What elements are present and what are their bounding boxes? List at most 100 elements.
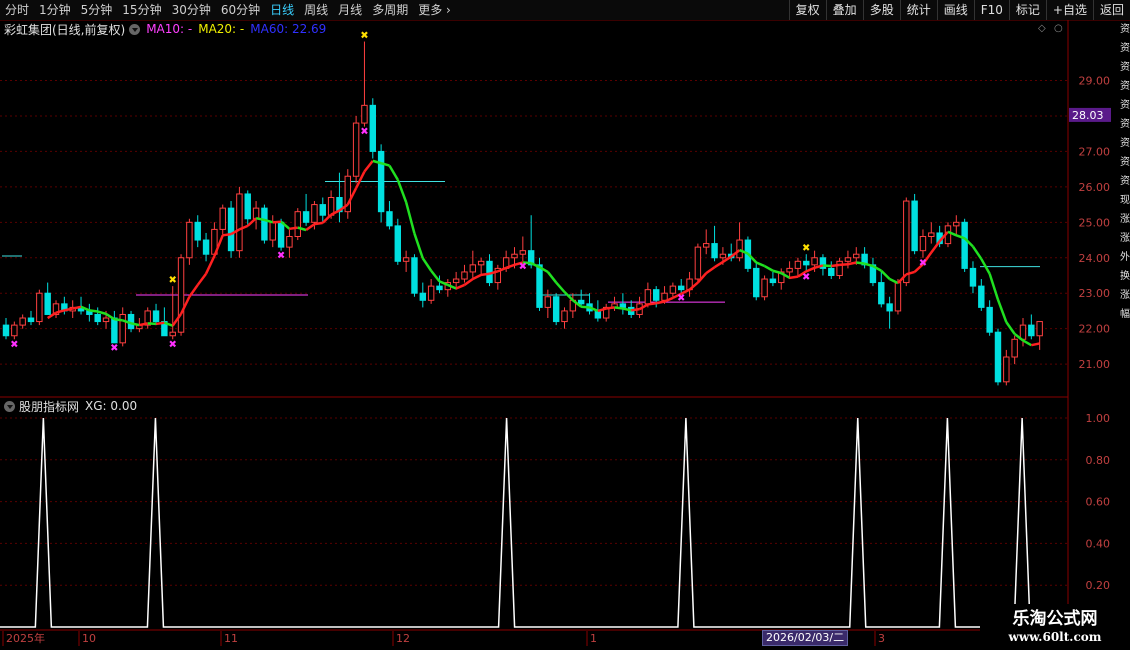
xg-indicator-series — [0, 417, 1068, 628]
ma-segment — [396, 179, 408, 203]
ma-segment — [147, 322, 157, 326]
candle-body — [661, 292, 668, 301]
price-tick-label: 25.00 — [1079, 216, 1111, 229]
axes: 29.0028.0027.0026.0025.0024.0023.0022.00… — [0, 20, 1130, 646]
candle-body — [202, 239, 210, 255]
candle-body — [361, 104, 368, 124]
watermark-url: www.60lt.com — [1008, 630, 1102, 644]
candle-body — [186, 221, 193, 259]
candle-body — [853, 253, 860, 259]
kline-chart[interactable]: ✖✖✖✖✖✖✖✖✖✖✖✖ 29.0028.0027.0026.0025.0024… — [0, 0, 1130, 650]
candle-body — [394, 225, 402, 262]
xg-line — [0, 417, 1068, 628]
price-tick-label: 23.00 — [1079, 287, 1111, 300]
ma-segment — [463, 278, 474, 286]
ma-segment — [305, 223, 316, 232]
ma-segment — [772, 269, 782, 275]
candle-body — [519, 250, 527, 255]
candle-body — [369, 104, 376, 152]
price-tick-label: 27.00 — [1079, 145, 1111, 158]
candle-body — [152, 310, 160, 323]
ma-segment — [831, 263, 840, 268]
candle-body — [419, 292, 427, 301]
ma-segment — [581, 305, 590, 309]
sub-tick-label: 0.40 — [1086, 537, 1111, 550]
ma-segment — [421, 257, 433, 272]
ma-segment — [455, 283, 465, 290]
candle-body — [878, 282, 885, 305]
candle-body — [411, 257, 418, 294]
candle-body — [94, 313, 101, 323]
candle-body — [594, 310, 602, 319]
time-axis-label: 1 — [590, 632, 597, 645]
sub-tick-label: 1.00 — [1086, 412, 1111, 425]
ma-segment — [847, 261, 857, 266]
candle-body — [236, 193, 243, 252]
candle-body — [452, 278, 460, 284]
candle-body — [703, 243, 710, 248]
ma-segment — [404, 201, 416, 234]
candle-body — [469, 264, 477, 273]
candle-body — [836, 260, 843, 276]
candle-body — [577, 299, 585, 305]
ma-segment — [705, 266, 716, 275]
candle-body — [1003, 356, 1010, 383]
price-tick-label: 26.00 — [1079, 181, 1111, 194]
ma-segment — [647, 302, 657, 306]
ma-segment — [321, 213, 332, 224]
candle-body — [194, 221, 201, 241]
time-axis-label: 2025年 — [6, 631, 45, 645]
ma-segment — [438, 280, 449, 287]
candle-body — [169, 331, 176, 337]
candle-body — [994, 331, 1002, 383]
circle-icon[interactable]: ○ — [1054, 23, 1063, 34]
ma-segment — [839, 263, 849, 267]
signal-marker: ✖ — [360, 127, 368, 138]
candle-body — [694, 246, 702, 280]
candle-body — [552, 296, 560, 323]
ma-segment — [413, 233, 424, 259]
candle-body — [11, 324, 18, 337]
candle-body — [19, 317, 26, 326]
candle-body — [886, 303, 893, 312]
candle-body — [277, 221, 285, 248]
ma-segment — [89, 309, 98, 313]
ma-segment — [204, 255, 216, 275]
candle-body — [511, 253, 518, 259]
ma-segment — [822, 264, 832, 268]
ma-segment — [546, 271, 558, 284]
candle-body — [311, 204, 318, 223]
candle-body — [652, 289, 660, 301]
ma-segment — [864, 262, 874, 268]
ma-segment — [139, 322, 148, 327]
ma-segment — [272, 220, 282, 224]
price-tick-label: 22.00 — [1079, 323, 1111, 336]
price-tick-label: 29.00 — [1079, 75, 1111, 88]
watermark: 乐淘公式网 www.60lt.com — [980, 604, 1130, 650]
ma-segment — [606, 306, 615, 310]
candle-body — [736, 239, 743, 259]
ma-segment — [64, 307, 73, 312]
candle-body — [961, 221, 968, 269]
cursor-date-label: 2026/02/03/二 — [762, 630, 849, 646]
candle-body — [402, 257, 410, 262]
candle-body — [319, 204, 326, 216]
candle-body — [753, 267, 760, 298]
candle-body — [27, 317, 35, 323]
price-tick-label: 21.00 — [1079, 358, 1111, 371]
signal-marker: ✖ — [10, 339, 18, 350]
candle-body — [844, 257, 852, 262]
ma-segment — [713, 260, 724, 269]
time-axis-label: 3 — [878, 632, 885, 645]
signal-marker: ✖ — [110, 343, 118, 354]
ma-segment — [246, 217, 257, 227]
ma-segment — [363, 160, 374, 173]
candle-body — [969, 267, 977, 287]
diamond-icon[interactable]: ◇ — [1038, 23, 1046, 34]
sub-tick-label: 0.20 — [1086, 579, 1111, 592]
candle-body — [794, 260, 802, 269]
ma-segment — [889, 277, 899, 285]
ma-segment — [430, 269, 441, 283]
candle-body — [477, 260, 485, 266]
candle-body — [803, 260, 810, 266]
